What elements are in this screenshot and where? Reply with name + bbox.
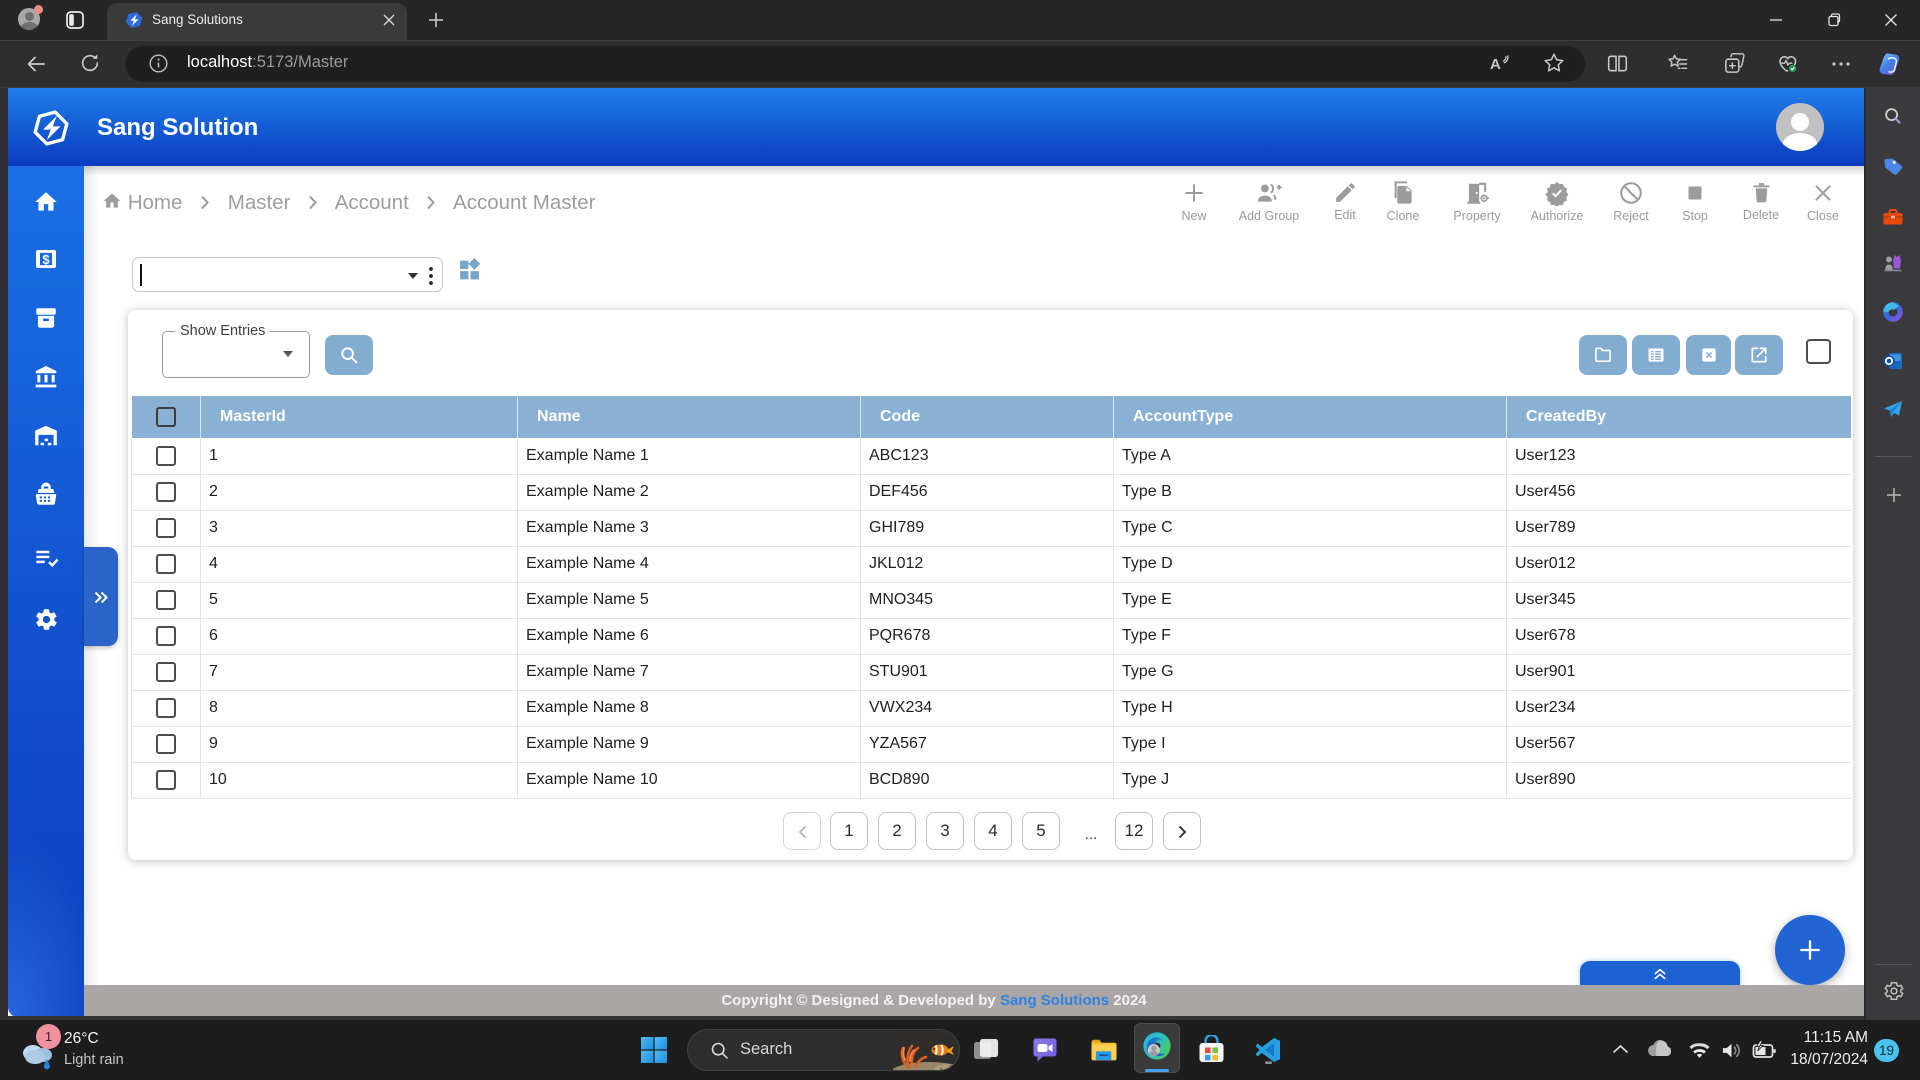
svg-text:$: $ bbox=[42, 252, 50, 267]
svg-text:A: A bbox=[1490, 56, 1501, 73]
